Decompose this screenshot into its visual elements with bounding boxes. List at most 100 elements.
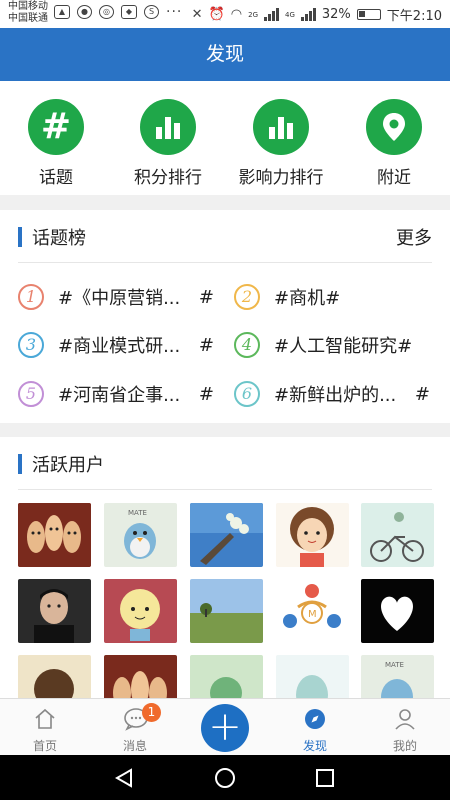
user-avatar[interactable] [361,503,434,567]
carrier-1: 中国移动 [8,1,48,12]
network-type-1: 2G [248,10,258,19]
topic-tail: # [414,383,430,405]
rank-badge: 5 [18,381,44,407]
recents-icon[interactable] [315,768,335,788]
topic-name: #人工智能研究# [274,336,413,357]
topic-ranking-header: 话题榜 更多 [18,210,432,263]
topic-ranking-card: 话题榜 更多 1 #《中原营销... # 2 #商机# 3 #商业模式研... … [0,210,450,423]
rank-badge: 1 [18,284,44,310]
topic-name: #商业模式研... [58,336,181,357]
quick-label: 积分排行 [134,168,202,188]
user-avatar[interactable] [190,503,263,567]
compass-icon [305,709,325,729]
user-avatar[interactable] [18,503,91,567]
battery-percent: 32% [321,7,351,22]
user-avatar[interactable] [190,579,263,643]
home-icon [35,708,55,729]
topic-item[interactable]: 1 #《中原营销... # [18,279,214,315]
status-bar: 中国移动 中国联通 ▲ ● ◎ ◆ S ··· ✕ ⏰ ◠ 2G 4G 32% … [0,0,450,28]
section-title: 话题榜 [32,228,86,249]
topic-item[interactable]: 6 #新鲜出炉的... # [234,376,430,412]
section-title: 活跃用户 [32,455,104,476]
discover-screen: 中国移动 中国联通 ▲ ● ◎ ◆ S ··· ✕ ⏰ ◠ 2G 4G 32% … [0,0,450,800]
unread-badge: 1 [142,703,161,722]
quick-entries: # 话题 积分排行 影响力排行 附近 [0,81,450,195]
topic-item[interactable]: 2 #商机# [234,279,430,315]
carrier-2: 中国联通 [8,13,48,24]
clock: 下午2:10 [386,9,442,24]
tab-messages[interactable]: 1 消息 [90,699,180,756]
notification-icons: ▲ ● ◎ ◆ S ··· [54,5,182,19]
user-avatar[interactable]: MATE [104,503,177,567]
tab-label: 发现 [302,739,327,753]
system-status: ✕ ⏰ ◠ 2G 4G 32% 下午2:10 [192,5,442,24]
hash-icon: # [28,99,84,155]
tab-discover[interactable]: 发现 [270,699,360,756]
user-avatar[interactable] [104,579,177,643]
page-title: 发现 [205,43,244,65]
tab-label: 我的 [392,739,417,753]
topic-name: #河南省企事... [58,385,181,406]
quick-label: 附近 [377,168,411,188]
back-icon[interactable] [113,768,135,788]
quick-label: 影响力排行 [238,168,324,188]
user-avatar[interactable] [18,579,91,643]
quick-points-ranking[interactable]: 积分排行 [112,99,224,188]
shield-notify-icon: ◆ [121,5,137,19]
s-notify-icon: S [144,5,159,19]
bar-chart-icon [140,99,196,155]
mute-icon: ✕ [191,7,203,22]
image-notify-icon: ▲ [54,5,70,19]
svg-text:MATE: MATE [385,661,404,669]
alarm-icon: ⏰ [208,7,225,22]
active-users-header: 活跃用户 [18,437,432,490]
user-avatar[interactable]: M [276,579,349,643]
topic-tail: # [198,286,214,308]
topic-item[interactable]: 4 #人工智能研究# [234,327,430,363]
signal-icon-1 [264,8,279,21]
system-nav-bar [0,755,450,800]
rank-badge: 4 [234,332,260,358]
user-avatar[interactable] [361,579,434,643]
wifi-icon: ◠ [230,7,243,22]
title-bar: 发现 [0,28,450,81]
wechat-notify-icon: ● [77,5,92,19]
publish-plus-button[interactable]: + [201,704,249,752]
signal-icon-2 [300,8,316,21]
topic-item[interactable]: 5 #河南省企事... # [18,376,214,412]
tab-home[interactable]: 首页 [0,699,90,756]
topic-tail: # [198,334,214,356]
user-avatar[interactable] [276,503,349,567]
location-pin-icon [366,99,422,155]
topic-item[interactable]: 3 #商业模式研... # [18,327,214,363]
tab-label: 消息 [122,739,147,753]
section-accent [18,227,22,247]
topic-name: #商机# [274,288,341,309]
bottom-tab-bar: 首页 1 消息 + 发现 我的 [0,698,450,755]
bar-chart-icon [253,99,309,155]
rank-badge: 3 [18,332,44,358]
svg-text:MATE: MATE [128,509,147,517]
network-type-2: 4G [285,10,295,19]
active-users-card: 活跃用户 MATE M MATE [0,437,450,719]
more-notify-icon: ··· [166,4,183,20]
topic-name: #新鲜出炉的... [274,385,397,406]
battery-icon [356,9,381,20]
svg-text:M: M [308,609,317,620]
quick-label: 话题 [39,168,73,188]
app-notify-icon: ◎ [99,5,114,19]
more-link[interactable]: 更多 [396,224,432,250]
home-circle-icon[interactable] [214,767,236,789]
quick-nearby[interactable]: 附近 [338,99,450,188]
topic-tail: # [198,383,214,405]
rank-badge: 2 [234,284,260,310]
quick-topics[interactable]: # 话题 [0,99,112,188]
topic-name: #《中原营销... [58,288,181,309]
tab-label: 首页 [32,739,57,753]
person-icon [395,709,415,730]
rank-badge: 6 [234,381,260,407]
tab-mine[interactable]: 我的 [360,699,450,756]
carrier-info: 中国移动 中国联通 [8,1,48,25]
plus-icon: + [208,704,242,750]
quick-influence-ranking[interactable]: 影响力排行 [225,99,337,188]
